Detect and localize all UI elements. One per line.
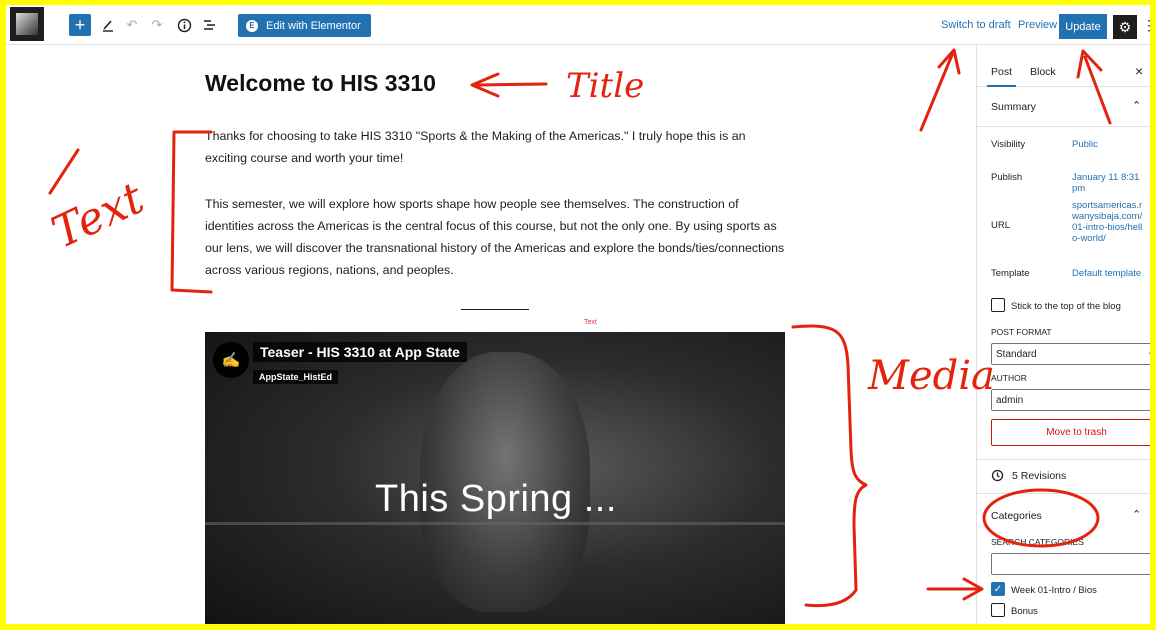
video-channel-name[interactable]: AppState_HistEd [253,370,339,384]
video-title[interactable]: Teaser - HIS 3310 at App State [253,342,467,362]
tab-post[interactable]: Post [986,66,1017,87]
info-icon [177,18,191,32]
list-view-button[interactable] [200,14,220,36]
template-label: Template [991,268,1030,279]
redo-button[interactable]: ↷ [148,14,166,36]
category-checkbox[interactable] [991,624,1005,630]
category-checkbox-bonus[interactable] [991,603,1005,617]
plus-icon: + [74,14,86,35]
details-button[interactable] [174,14,194,36]
author-field[interactable]: admin [991,389,1150,411]
undo-icon: ↶ [126,17,138,32]
channel-logo-icon: ✍ [221,352,241,369]
preview-button[interactable]: Preview [1018,19,1057,31]
screenshot-frame: + ↶ ↷ E Edit with Elementor Switch to dr… [0,0,1156,630]
video-overlay-text: This Spring ... [375,478,617,520]
paragraph-block[interactable]: This semester, we will explore how sport… [205,193,785,281]
divider [977,459,1150,460]
sidebar-tabs: Post Block × [977,45,1150,87]
edit-with-elementor-button[interactable]: E Edit with Elementor [238,14,371,37]
chevron-down-icon: ⌄ [1147,347,1150,358]
sticky-label: Stick to the top of the blog [1011,301,1121,312]
pencil-icon [103,20,113,32]
settings-button[interactable]: ⚙ [1113,15,1137,39]
add-block-button[interactable]: + [69,14,91,36]
tiny-text-label: Text [584,319,597,326]
post-format-select[interactable]: Standard ⌄ [991,343,1150,365]
move-to-trash-button[interactable]: Move to trash [991,419,1150,446]
publish-value[interactable]: January 11 8:31 pm [1072,172,1150,194]
settings-sidebar: Post Block × Summary ⌃ Visibility Public… [976,45,1150,630]
elementor-button-label: Edit with Elementor [266,19,361,32]
elementor-icon: E [246,19,258,32]
channel-avatar[interactable]: ✍ [213,342,249,378]
update-button[interactable]: Update [1059,14,1107,39]
video-thumbnail-rope [205,522,785,525]
categories-panel-header[interactable]: Categories ⌃ [977,494,1150,534]
close-icon: × [1135,63,1144,79]
edit-tools-button[interactable] [98,14,118,36]
summary-panel-header[interactable]: Summary ⌃ [977,87,1150,127]
separator-block[interactable] [461,309,529,310]
revisions-link[interactable]: 5 Revisions [991,469,1066,482]
checkmark-icon: ✓ [993,583,1003,595]
summary-title: Summary [991,101,1036,113]
tab-block[interactable]: Block [1030,66,1056,78]
site-icon [16,13,38,35]
category-label: Week 01-Intro / Bios [1011,585,1097,596]
visibility-label: Visibility [991,139,1026,150]
url-label: URL [991,220,1011,231]
undo-button[interactable]: ↶ [123,14,141,36]
category-label: Bonus [1011,606,1038,617]
switch-to-draft-button[interactable]: Switch to draft [941,19,1011,31]
revisions-label: 5 Revisions [1012,469,1067,482]
gear-icon: ⚙ [1118,18,1132,35]
categories-title: Categories [991,510,1042,522]
editor-toolbar: + ↶ ↷ E Edit with Elementor Switch to dr… [6,5,1150,45]
redo-icon: ↷ [151,17,163,32]
video-embed-block[interactable]: ✍ Teaser - HIS 3310 at App State AppStat… [205,332,785,624]
paragraph-block[interactable]: Thanks for choosing to take HIS 3310 "Sp… [205,125,785,169]
search-categories-input[interactable] [991,553,1150,575]
author-value: admin [996,395,1024,406]
category-checkbox-week01[interactable]: ✓ [991,582,1005,596]
search-categories-label: SEARCH CATEGORIES [991,537,1084,547]
post-format-value: Standard [996,349,1037,360]
more-vertical-icon: ⋮ [1142,17,1156,33]
url-value[interactable]: sportsamericas.rwanysibaja.com/01-intro-… [1072,200,1146,244]
more-options-button[interactable]: ⋮ [1142,17,1156,34]
close-sidebar-button[interactable]: × [1135,63,1143,79]
list-view-icon [204,20,215,30]
editor-canvas: Welcome to HIS 3310 Thanks for choosing … [6,45,976,624]
chevron-up-icon: ⌃ [1132,100,1142,112]
post-title[interactable]: Welcome to HIS 3310 [205,70,436,97]
site-logo-button[interactable] [10,7,44,41]
template-value[interactable]: Default template [1072,268,1141,279]
publish-label: Publish [991,172,1023,183]
post-format-label: POST FORMAT [991,327,1052,337]
history-icon [991,469,1004,482]
sticky-checkbox[interactable] [991,298,1005,312]
author-label: AUTHOR [991,373,1027,383]
chevron-up-icon: ⌃ [1132,509,1142,521]
visibility-value[interactable]: Public [1072,139,1098,150]
